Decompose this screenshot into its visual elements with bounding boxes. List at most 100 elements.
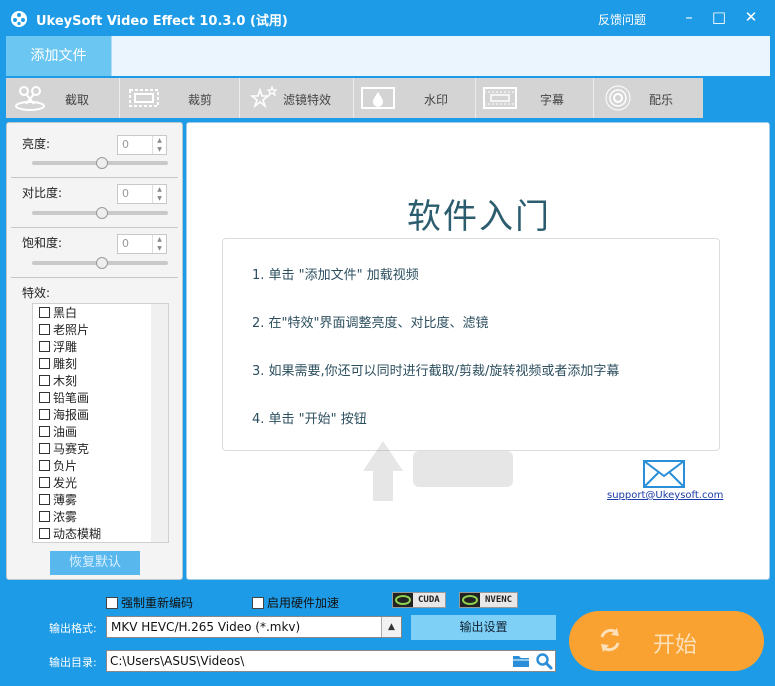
search-icon[interactable] xyxy=(535,652,553,670)
site-watermark-icon xyxy=(363,441,513,501)
effect-item[interactable]: 动态模糊 xyxy=(39,526,101,542)
effect-label: 马赛克 xyxy=(53,442,90,456)
output-format-value: MKV HEVC/H.265 Video (*.mkv) xyxy=(111,620,301,634)
intro-title: 软件入门 xyxy=(407,197,551,237)
effect-item[interactable]: 负片 xyxy=(39,458,77,475)
checkbox[interactable] xyxy=(39,443,50,454)
tool-watermark[interactable]: 水印 xyxy=(354,78,476,118)
effect-label: 油画 xyxy=(53,425,78,439)
dropdown-arrow-icon[interactable]: ▲ xyxy=(381,617,401,637)
step-2: 2. 在"特效"界面调整亮度、对比度、滤镜 xyxy=(252,316,489,331)
step-1: 1. 单击 "添加文件" 加载视频 xyxy=(252,268,419,283)
checkbox[interactable] xyxy=(39,358,50,369)
effect-label: 黑白 xyxy=(53,306,78,320)
brightness-slider[interactable] xyxy=(32,157,168,169)
effect-item[interactable]: 浮雕 xyxy=(39,339,77,356)
saturation-slider[interactable] xyxy=(32,257,168,269)
filter-icon xyxy=(249,85,278,109)
checkbox[interactable] xyxy=(39,460,50,471)
effects-scrollbar[interactable] xyxy=(151,304,168,542)
effect-item[interactable]: 浓雾 xyxy=(39,509,77,526)
tool-music[interactable]: 配乐 xyxy=(594,78,703,118)
force-reencode-checkbox[interactable]: 强制重新编码 xyxy=(106,594,193,611)
close-button[interactable]: ✕ xyxy=(742,8,760,26)
checkbox[interactable] xyxy=(106,597,118,609)
checkbox[interactable] xyxy=(39,511,50,522)
checkbox[interactable] xyxy=(39,426,50,437)
slider-knob[interactable] xyxy=(96,157,108,169)
contrast-slider[interactable] xyxy=(32,207,168,219)
effect-item[interactable]: 黑白 xyxy=(39,305,77,322)
nvidia-icon xyxy=(460,593,480,607)
checkbox[interactable] xyxy=(39,409,50,420)
cuda-badge: CUDA xyxy=(392,592,446,608)
hw-accel-checkbox[interactable]: 启用硬件加速 xyxy=(252,594,339,611)
output-dir-field[interactable]: C:\Users\ASUS\Videos\ xyxy=(106,650,556,672)
convert-icon xyxy=(600,628,620,652)
reset-default-button[interactable]: 恢复默认 xyxy=(50,551,140,575)
checkbox[interactable] xyxy=(39,307,50,318)
folder-icon[interactable] xyxy=(512,653,530,669)
checkbox[interactable] xyxy=(39,477,50,488)
checkbox[interactable] xyxy=(39,324,50,335)
effect-label: 雕刻 xyxy=(53,357,78,371)
output-format-select[interactable]: MKV HEVC/H.265 Video (*.mkv) ▲ xyxy=(106,616,402,638)
effect-item[interactable]: 海报画 xyxy=(39,407,89,424)
spin-down-icon[interactable]: ▼ xyxy=(152,194,166,203)
slider-knob[interactable] xyxy=(96,207,108,219)
mail-icon[interactable] xyxy=(643,460,685,488)
checkbox[interactable] xyxy=(39,494,50,505)
effect-item[interactable]: 油画 xyxy=(39,424,77,441)
contrast-stepper[interactable]: 0 ▲ ▼ xyxy=(117,184,167,204)
output-dir-value: C:\Users\ASUS\Videos\ xyxy=(110,654,245,668)
checkbox[interactable] xyxy=(39,341,50,352)
effect-label: 浓雾 xyxy=(53,510,78,524)
step-4: 4. 单击 "开始" 按钮 xyxy=(252,412,367,427)
steps-box: 1. 单击 "添加文件" 加载视频 2. 在"特效"界面调整亮度、对比度、滤镜 … xyxy=(222,238,720,501)
effect-item[interactable]: 老照片 xyxy=(39,322,89,339)
edit-toolbar: 截取 裁剪 滤镜特效 水印 字幕 配乐 xyxy=(6,78,703,118)
effect-label: 铅笔画 xyxy=(53,391,90,405)
checkbox[interactable] xyxy=(252,597,264,609)
spin-up-icon[interactable]: ▲ xyxy=(152,136,166,145)
output-settings-button[interactable]: 输出设置 xyxy=(411,615,556,640)
saturation-stepper[interactable]: 0 ▲ ▼ xyxy=(117,234,167,254)
add-file-tab[interactable]: 添加文件 xyxy=(6,36,112,76)
contrast-value: 0 xyxy=(122,187,129,200)
effect-item[interactable]: 马赛克 xyxy=(39,441,89,458)
effect-item[interactable]: 发光 xyxy=(39,475,77,492)
tool-watermark-label: 水印 xyxy=(424,93,449,107)
checkbox[interactable] xyxy=(39,392,50,403)
tool-subtitle[interactable]: 字幕 xyxy=(476,78,594,118)
effect-item[interactable]: 铅笔画 xyxy=(39,390,89,407)
start-button[interactable]: 开始 xyxy=(569,611,764,671)
app-logo-icon xyxy=(11,11,27,27)
checkbox[interactable] xyxy=(39,375,50,386)
spin-up-icon[interactable]: ▲ xyxy=(152,185,166,194)
output-dir-label: 输出目录: xyxy=(49,656,97,669)
cut-icon xyxy=(15,86,45,111)
effect-item[interactable]: 薄雾 xyxy=(39,492,77,509)
effect-label: 负片 xyxy=(53,459,78,473)
effect-label: 浮雕 xyxy=(53,340,78,354)
spin-down-icon[interactable]: ▼ xyxy=(152,244,166,253)
subtitle-icon xyxy=(483,87,517,109)
slider-knob[interactable] xyxy=(96,257,108,269)
divider xyxy=(11,227,178,228)
crop-icon xyxy=(129,89,159,107)
output-format-label: 输出格式: xyxy=(49,622,97,635)
tool-filter[interactable]: 滤镜特效 xyxy=(240,78,354,118)
tool-cut[interactable]: 截取 xyxy=(6,78,120,118)
maximize-button[interactable]: □ xyxy=(710,8,728,26)
support-email-link[interactable]: support@Ukeysoft.com xyxy=(607,490,723,501)
intro-panel: 软件入门 1. 单击 "添加文件" 加载视频 2. 在"特效"界面调整亮度、对比… xyxy=(186,122,770,580)
feedback-link[interactable]: 反馈问题 xyxy=(598,11,646,28)
brightness-stepper[interactable]: 0 ▲ ▼ xyxy=(117,135,167,155)
minimize-button[interactable]: – xyxy=(680,8,698,26)
effect-item[interactable]: 木刻 xyxy=(39,373,77,390)
spin-up-icon[interactable]: ▲ xyxy=(152,235,166,244)
effect-item[interactable]: 雕刻 xyxy=(39,356,77,373)
spin-down-icon[interactable]: ▼ xyxy=(152,145,166,154)
checkbox[interactable] xyxy=(39,528,50,539)
tool-crop[interactable]: 裁剪 xyxy=(120,78,240,118)
